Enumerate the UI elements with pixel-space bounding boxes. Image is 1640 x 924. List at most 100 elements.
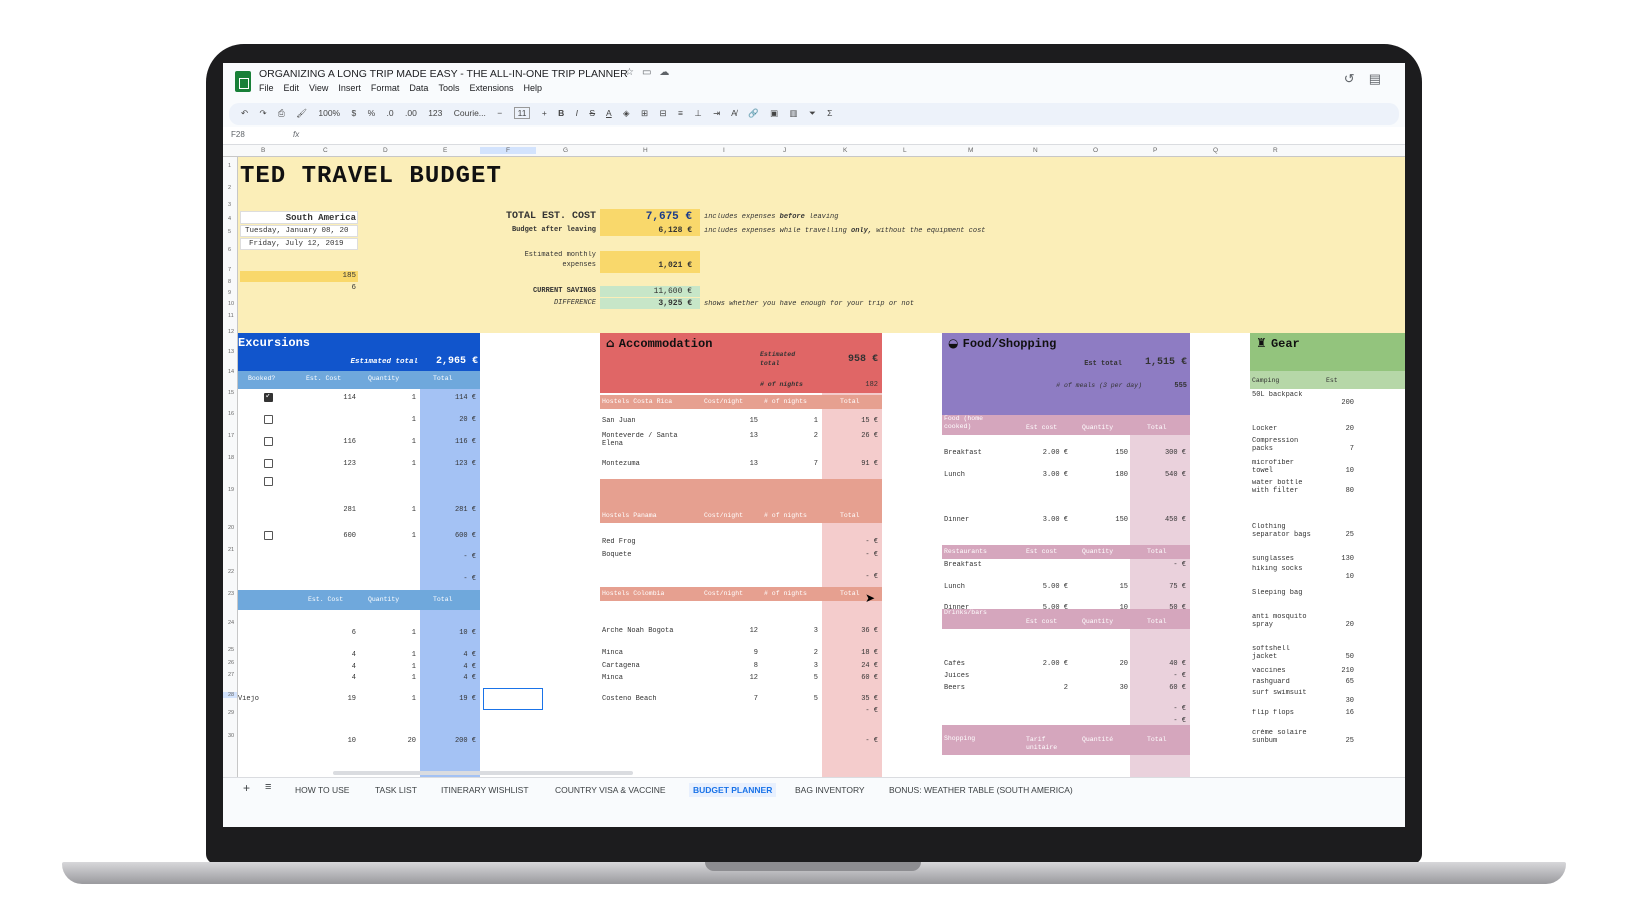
acc-cost[interactable]: 12 bbox=[700, 674, 758, 682]
excursion-qty[interactable]: 1 bbox=[358, 506, 416, 514]
food-qty[interactable]: 150 bbox=[1070, 449, 1128, 457]
menu-insert[interactable]: Insert bbox=[338, 83, 361, 93]
gear-item-name[interactable]: Locker bbox=[1252, 425, 1318, 433]
acc-nights[interactable]: 3 bbox=[760, 662, 818, 670]
row-header-12[interactable]: 12 bbox=[228, 329, 234, 335]
row-header-19[interactable]: 19 bbox=[228, 487, 234, 493]
rotate-icon[interactable]: A̸ bbox=[731, 108, 737, 118]
food-name[interactable]: Lunch bbox=[944, 471, 1008, 479]
days-cell[interactable]: 185 bbox=[240, 271, 358, 282]
row-header-11[interactable]: 11 bbox=[228, 313, 234, 319]
gear-item-cost[interactable]: 130 bbox=[1320, 555, 1354, 563]
column-header-m[interactable]: M bbox=[968, 147, 973, 154]
document-title[interactable]: ORGANIZING A LONG TRIP MADE EASY - THE A… bbox=[259, 68, 628, 80]
font-size-decrease-icon[interactable]: − bbox=[497, 108, 502, 118]
row-header-22[interactable]: 22 bbox=[228, 569, 234, 575]
current-savings-value[interactable]: 11,600 € bbox=[600, 286, 700, 297]
row-header-23[interactable]: 23 bbox=[228, 591, 234, 597]
column-header-q[interactable]: Q bbox=[1213, 147, 1218, 154]
wrap-icon[interactable]: ⇥ bbox=[713, 108, 720, 118]
excursion-qty[interactable]: 1 bbox=[358, 651, 416, 659]
food-name[interactable]: Beers bbox=[944, 684, 1008, 692]
acc-nights[interactable]: 3 bbox=[760, 627, 818, 635]
booked-checkbox[interactable] bbox=[264, 393, 273, 402]
acc-name[interactable]: Minca bbox=[602, 649, 700, 657]
horizontal-scrollbar[interactable] bbox=[333, 771, 633, 775]
excursion-cost[interactable]: 123 bbox=[298, 460, 356, 468]
filter-icon[interactable]: ⏷ bbox=[809, 108, 816, 118]
all-sheets-icon[interactable]: ≡ bbox=[265, 781, 271, 793]
row-header-18[interactable]: 18 bbox=[228, 455, 234, 461]
excursion-qty[interactable]: 1 bbox=[358, 674, 416, 682]
start-date-cell[interactable]: Tuesday, January 08, 20 bbox=[240, 225, 358, 237]
acc-nights[interactable]: 2 bbox=[760, 432, 818, 440]
food-qty[interactable]: 15 bbox=[1070, 583, 1128, 591]
excursion-cost[interactable]: 10 bbox=[298, 737, 356, 745]
acc-cost[interactable]: 12 bbox=[700, 627, 758, 635]
menu-data[interactable]: Data bbox=[409, 83, 428, 93]
gear-item-cost[interactable]: 10 bbox=[1320, 573, 1354, 581]
percent-format-button[interactable]: % bbox=[368, 108, 376, 118]
print-icon[interactable]: ⎙ bbox=[278, 108, 285, 118]
font-select[interactable]: Courie... bbox=[454, 108, 486, 118]
food-cost[interactable]: 3.00 € bbox=[1008, 516, 1068, 524]
gear-item-name[interactable]: rashguard bbox=[1252, 678, 1318, 686]
gear-item-name[interactable]: hiking socks bbox=[1252, 565, 1318, 573]
food-qty[interactable]: 180 bbox=[1070, 471, 1128, 479]
food-qty[interactable]: 150 bbox=[1070, 516, 1128, 524]
row-header-5[interactable]: 5 bbox=[228, 229, 231, 235]
food-cost[interactable]: 2.00 € bbox=[1008, 449, 1068, 457]
menu-help[interactable]: Help bbox=[523, 83, 542, 93]
column-header-r[interactable]: R bbox=[1273, 147, 1278, 154]
excursion-cost[interactable]: 4 bbox=[298, 674, 356, 682]
row-header-10[interactable]: 10 bbox=[228, 301, 234, 307]
acc-nights[interactable]: 7 bbox=[760, 460, 818, 468]
increase-decimal-button[interactable]: .00 bbox=[405, 108, 417, 118]
column-header-j[interactable]: J bbox=[783, 147, 786, 154]
row-header-15[interactable]: 15 bbox=[228, 390, 234, 396]
food-name[interactable]: Breakfast bbox=[944, 561, 1008, 569]
excursion-cost[interactable]: 19 bbox=[298, 695, 356, 703]
excursion-qty[interactable]: 1 bbox=[358, 695, 416, 703]
excursion-qty[interactable]: 1 bbox=[358, 663, 416, 671]
gear-item-name[interactable]: Sleeping bag bbox=[1252, 589, 1318, 597]
gear-item-name[interactable]: anti mosquito spray bbox=[1252, 613, 1318, 629]
excursion-cost[interactable]: 281 bbox=[298, 506, 356, 514]
zoom-select[interactable]: 100% bbox=[318, 108, 340, 118]
acc-cost[interactable]: 7 bbox=[700, 695, 758, 703]
excursion-cost[interactable]: 4 bbox=[298, 651, 356, 659]
row-header-2[interactable]: 2 bbox=[228, 185, 231, 191]
row-header-3[interactable]: 3 bbox=[228, 202, 231, 208]
booked-checkbox[interactable] bbox=[264, 415, 273, 424]
paint-format-icon[interactable]: 🖌 bbox=[296, 108, 307, 118]
gear-item-name[interactable]: sunglasses bbox=[1252, 555, 1318, 563]
excursion-qty[interactable]: 1 bbox=[358, 532, 416, 540]
cloud-status-icon[interactable]: ☁ bbox=[659, 67, 677, 78]
gear-item-cost[interactable]: 210 bbox=[1320, 667, 1354, 675]
food-name[interactable]: Juices bbox=[944, 672, 1008, 680]
food-name[interactable]: Cafés bbox=[944, 660, 1008, 668]
booked-checkbox[interactable] bbox=[264, 531, 273, 540]
food-cost[interactable]: 3.00 € bbox=[1008, 471, 1068, 479]
gear-item-cost[interactable]: 80 bbox=[1320, 487, 1354, 495]
row-header-21[interactable]: 21 bbox=[228, 547, 234, 553]
excursion-cost[interactable]: 114 bbox=[298, 394, 356, 402]
row-header-4[interactable]: 4 bbox=[228, 216, 231, 222]
column-header-c[interactable]: C bbox=[323, 147, 328, 154]
excursion-qty[interactable]: 1 bbox=[358, 460, 416, 468]
acc-cost[interactable]: 8 bbox=[700, 662, 758, 670]
months-cell[interactable]: 6 bbox=[240, 283, 358, 294]
gear-item-name[interactable]: flip flops bbox=[1252, 709, 1318, 717]
gear-item-name[interactable]: water bottle with filter bbox=[1252, 479, 1318, 495]
tab-how-to-use[interactable]: HOW TO USE bbox=[295, 785, 349, 795]
gear-item-cost[interactable]: 50 bbox=[1320, 653, 1354, 661]
row-header-17[interactable]: 17 bbox=[228, 433, 234, 439]
fill-color-icon[interactable]: ◈ bbox=[623, 108, 630, 118]
column-header-g[interactable]: G bbox=[563, 147, 568, 154]
acc-name[interactable]: Arche Noah Bogota bbox=[602, 627, 700, 635]
food-cost[interactable]: 2 bbox=[1008, 684, 1068, 692]
tab-task-list[interactable]: TASK LIST bbox=[375, 785, 417, 795]
acc-name[interactable]: Minca bbox=[602, 674, 700, 682]
column-header-l[interactable]: L bbox=[903, 147, 907, 154]
font-size-input[interactable]: 11 bbox=[513, 107, 531, 119]
